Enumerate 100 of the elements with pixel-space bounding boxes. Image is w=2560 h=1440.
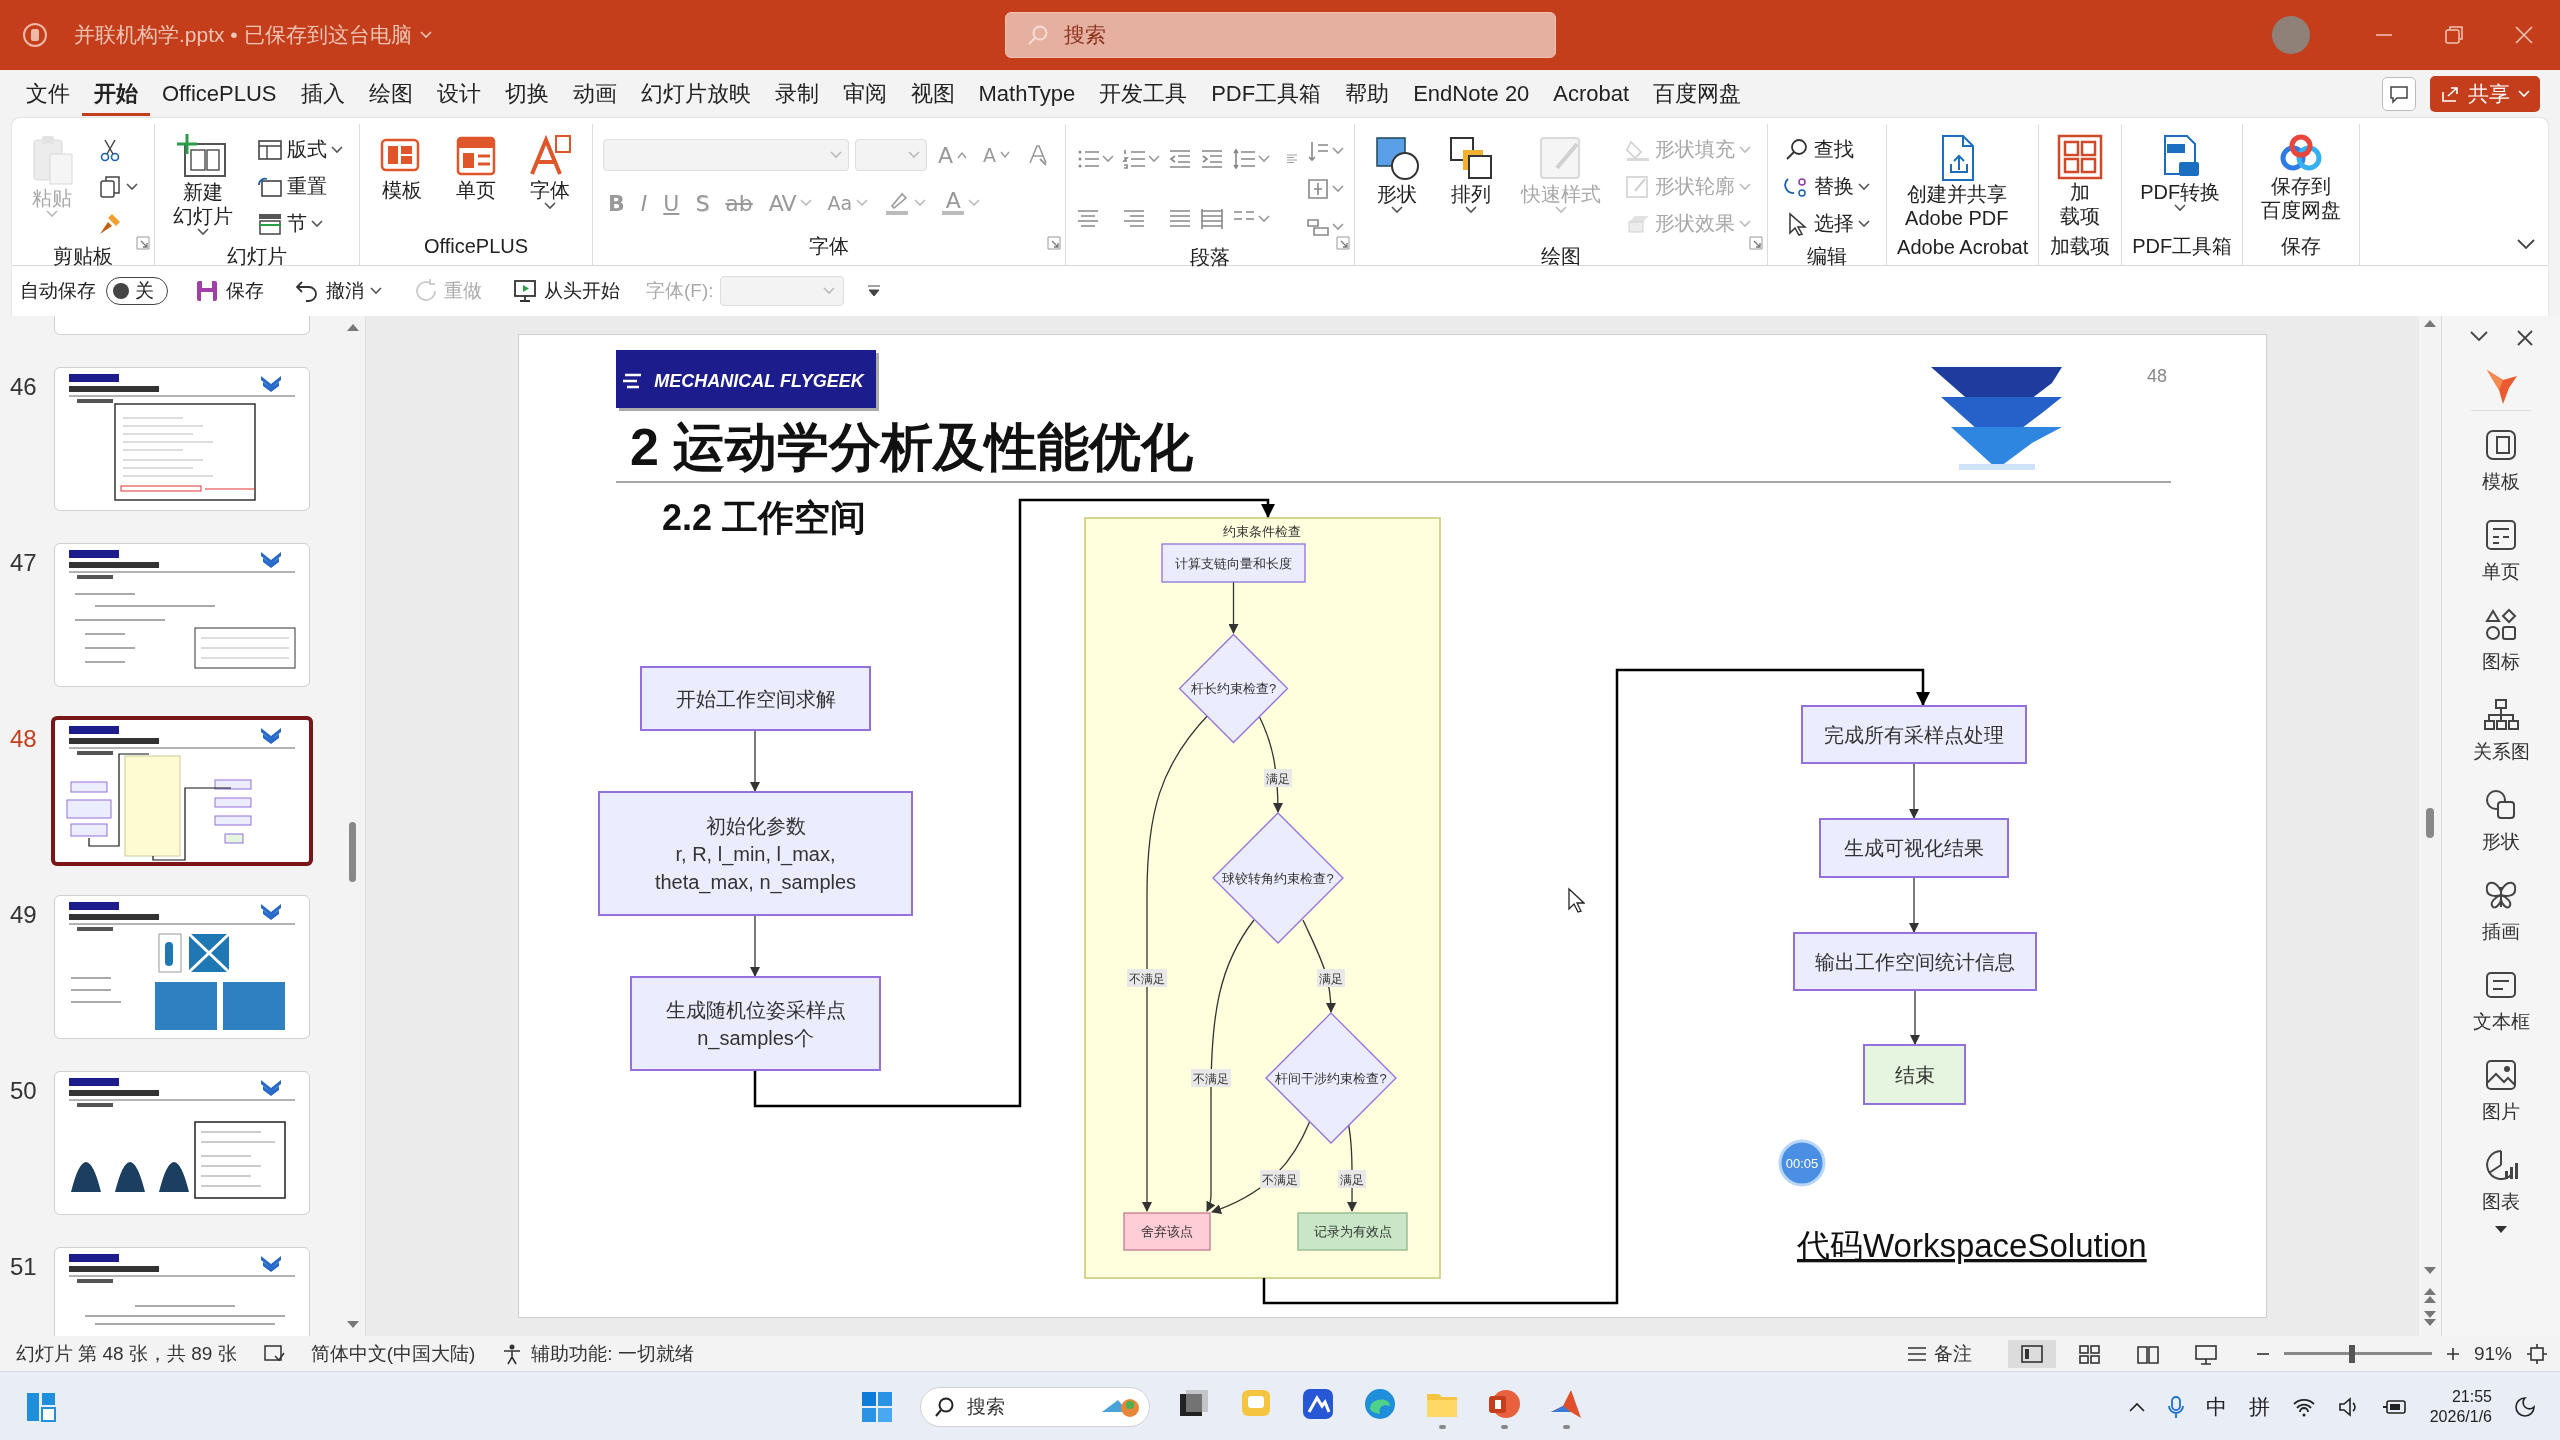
distributed-icon[interactable] (1200, 207, 1225, 231)
previous-slide-icon[interactable] (2423, 1286, 2437, 1304)
fit-to-window-icon[interactable] (2526, 1342, 2548, 1365)
menu-tab[interactable]: 幻灯片放映 (628, 72, 763, 116)
menu-tab[interactable]: 文件 (14, 72, 82, 116)
show-hidden-icon[interactable] (2127, 1401, 2146, 1413)
scroll-up-icon[interactable] (2423, 318, 2437, 328)
view-button[interactable] (2007, 1339, 2056, 1368)
dialog-launcher-icon[interactable] (1047, 236, 1062, 250)
create-pdf-button[interactable]: 创建并共享 Adobe PDF (1897, 132, 2017, 232)
more-caret-icon[interactable] (2494, 1225, 2508, 1235)
share-button[interactable]: 共享 (2430, 76, 2540, 112)
microphone-icon[interactable] (2167, 1395, 2184, 1419)
save-button[interactable]: 保存 (190, 276, 268, 306)
add-ins-button[interactable]: 加 载项 (2049, 132, 2112, 230)
layout-button[interactable]: 版式 (251, 132, 349, 167)
notifications-icon[interactable] (2514, 1396, 2536, 1418)
pane-item[interactable]: 单页 (2482, 505, 2520, 595)
pane-item[interactable]: 图表 (2482, 1135, 2520, 1225)
notes-button[interactable]: 备注 (1895, 1338, 1982, 1369)
dialog-launcher-icon[interactable] (1336, 236, 1351, 250)
select-button[interactable]: 选择 (1778, 206, 1877, 241)
menu-tab[interactable]: 插入 (288, 72, 357, 116)
align-text-icon[interactable] (1306, 177, 1331, 201)
font-button[interactable]: 字体 (518, 132, 582, 212)
menu-tab[interactable]: 百度网盘 (1641, 72, 1754, 116)
undo-button[interactable]: 撤消 (290, 276, 386, 306)
menu-tab[interactable]: 帮助 (1333, 72, 1402, 116)
menu-tab[interactable]: 切换 (492, 72, 561, 116)
find-button[interactable]: 查找 (1778, 132, 1877, 167)
numbered-list-icon[interactable] (1122, 147, 1147, 171)
customize-toolbar-icon[interactable] (865, 284, 882, 298)
input-mode-indicator[interactable]: 中 (2205, 1393, 2227, 1421)
start-icon[interactable] (860, 1390, 894, 1424)
save-to-cloud-button[interactable]: 保存到 百度网盘 (2253, 132, 2350, 224)
pdf-convert-button[interactable]: PDF转换 (2132, 132, 2229, 214)
pane-item[interactable]: 文本框 (2472, 955, 2530, 1045)
increase-indent-icon[interactable] (1200, 147, 1225, 171)
edge-label: 不满足 (1260, 1170, 1300, 1188)
search-field[interactable]: 搜索 (1004, 12, 1556, 58)
menu-tab[interactable]: OfficePLUS (150, 74, 289, 114)
shapes-button[interactable]: 形状 (1365, 132, 1430, 216)
slide-number: 48 (10, 724, 38, 753)
arrange-button[interactable]: 排列 (1439, 132, 1504, 216)
menu-tab[interactable]: 动画 (560, 72, 629, 116)
taskbar-search-field[interactable]: 搜索 (920, 1387, 1150, 1427)
reset-button[interactable]: 重置 (251, 169, 349, 204)
ime-indicator[interactable]: 拼 (2248, 1393, 2270, 1421)
zoom-in-icon[interactable] (2445, 1346, 2460, 1361)
scroll-down-icon[interactable] (345, 1320, 360, 1330)
menu-tab[interactable]: 审阅 (830, 72, 899, 116)
menu-tab[interactable]: PDF工具箱 (1199, 72, 1334, 116)
scrollbar-thumb[interactable] (349, 822, 356, 882)
wifi-icon[interactable] (2291, 1397, 2316, 1417)
restore-icon[interactable] (2444, 25, 2464, 45)
dialog-launcher-icon[interactable] (136, 236, 150, 250)
spelling-check-icon[interactable] (262, 1343, 285, 1364)
scroll-down-icon[interactable] (2423, 1266, 2437, 1276)
menu-tab[interactable]: 开发工具 (1087, 72, 1200, 116)
edge-label: 满足 (1264, 769, 1292, 787)
pane-item[interactable]: 图片 (2482, 1045, 2520, 1135)
slide-thumbnail[interactable] (51, 716, 313, 866)
collapse-ribbon-icon[interactable] (2516, 238, 2536, 250)
menu-tab[interactable]: 录制 (762, 72, 831, 116)
widgets-icon[interactable] (24, 1390, 58, 1424)
pane-item[interactable]: 形状 (2482, 775, 2520, 865)
scroll-up-icon[interactable] (345, 322, 360, 332)
new-slide-button[interactable]: 新建 幻灯片 (165, 132, 241, 238)
pane-item[interactable]: 图标 (2482, 595, 2520, 685)
decrease-indent-icon[interactable] (1168, 147, 1193, 171)
single-page-button[interactable]: 单页 (444, 132, 508, 204)
language-status[interactable]: 简体中文(中国大陆) (310, 1340, 476, 1367)
slide-sorter-icon (2077, 1342, 2102, 1365)
menu-tab[interactable]: 绘图 (356, 72, 425, 116)
battery-icon[interactable] (2381, 1397, 2408, 1417)
menu-tab[interactable]: MathType (966, 74, 1088, 114)
zoom-level[interactable]: 91% (2473, 1342, 2512, 1365)
text-direction-icon[interactable] (1306, 139, 1331, 163)
menu-tab[interactable]: 设计 (424, 72, 493, 116)
line-spacing-icon[interactable] (1232, 147, 1257, 171)
section-button[interactable]: 节 (251, 206, 349, 241)
next-slide-icon[interactable] (2423, 1310, 2437, 1328)
menu-tab[interactable]: EndNote 20 (1401, 74, 1542, 114)
menu-tab[interactable]: 开始 (82, 72, 150, 116)
clock[interactable]: 21:55 2026/1/6 (2429, 1387, 2492, 1427)
collapse-icon[interactable] (2469, 330, 2489, 342)
start-from-beginning-button[interactable]: 从头开始 (508, 276, 624, 306)
menu-tab[interactable]: Acrobat (1541, 74, 1642, 114)
comments-button[interactable] (2382, 77, 2416, 111)
replace-button[interactable]: 替换 (1778, 169, 1877, 204)
template-button[interactable]: 模板 (370, 132, 434, 204)
dialog-launcher-icon[interactable] (1749, 236, 1764, 250)
pane-item[interactable]: 插画 (2482, 865, 2520, 955)
accessibility-status[interactable]: 辅助功能: 一切就绪 (531, 1340, 694, 1367)
pane-item[interactable]: 模板 (2482, 415, 2520, 505)
close-icon[interactable] (2517, 330, 2533, 346)
scrollbar-thumb[interactable] (2426, 808, 2434, 838)
menu-tab[interactable]: 视图 (898, 72, 967, 116)
group-label: 保存 (2281, 234, 2322, 259)
pane-item[interactable]: 关系图 (2472, 685, 2530, 775)
